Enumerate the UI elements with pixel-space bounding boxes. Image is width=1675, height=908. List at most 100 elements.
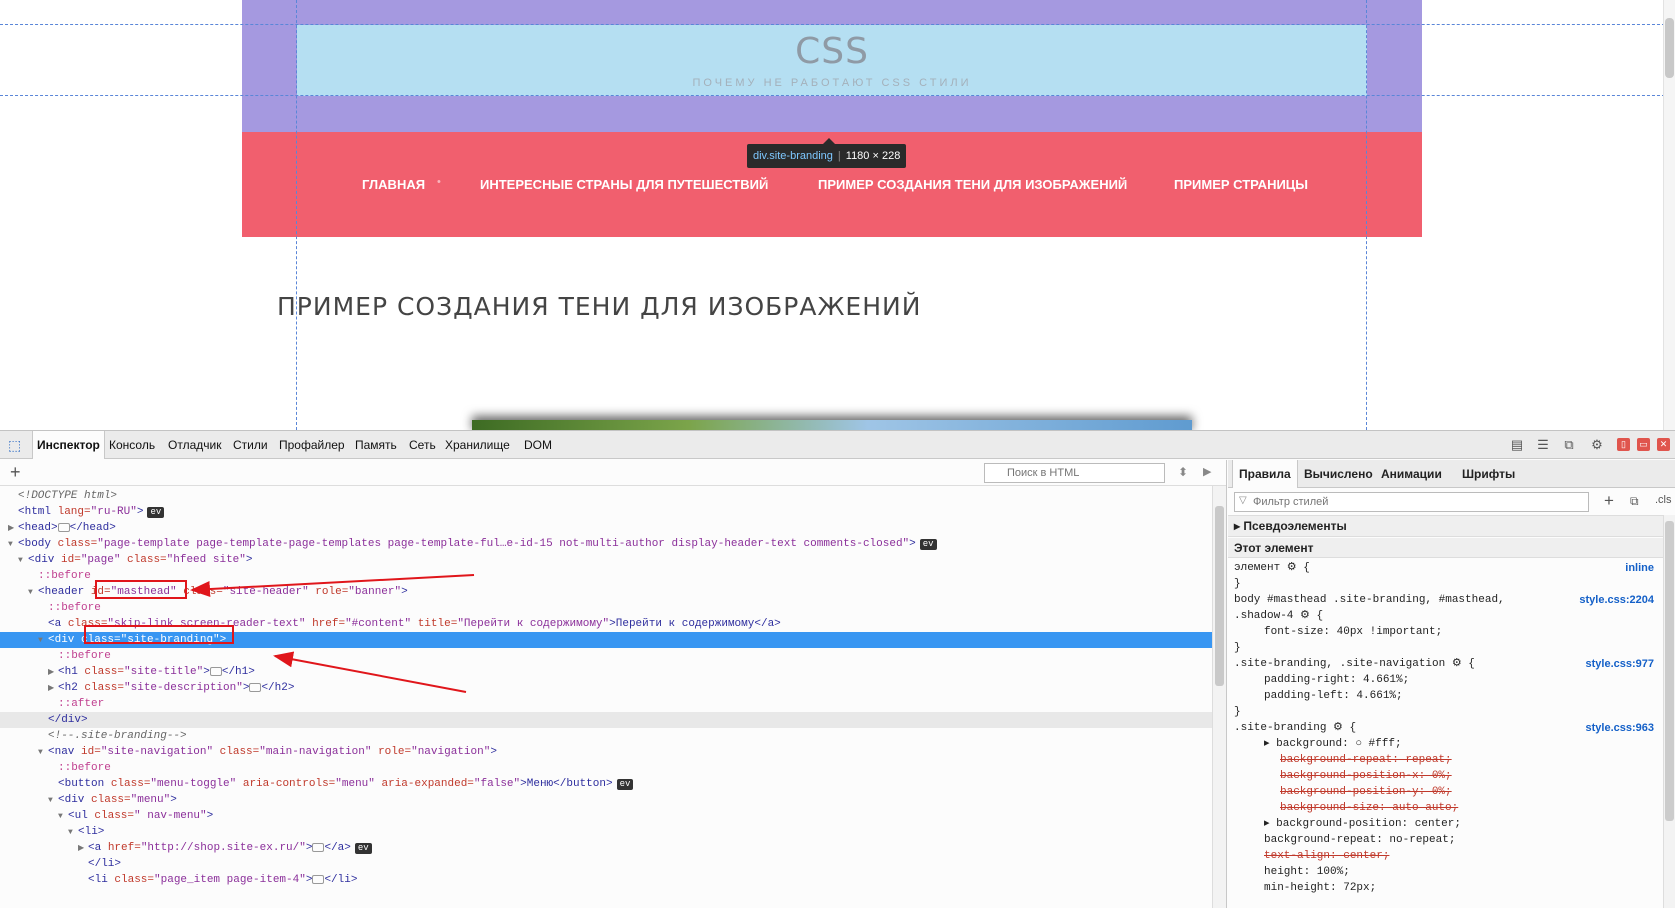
- markup-node[interactable]: ▶ <head> </head>: [0, 520, 1212, 536]
- expand-toggle-icon[interactable]: ▼: [18, 553, 28, 569]
- css-declaration[interactable]: background-size: auto auto;: [1234, 800, 1654, 816]
- breadcrumb-next-icon[interactable]: ▶: [1203, 465, 1211, 478]
- nav-item-sample-page[interactable]: ПРИМЕР СТРАНИЦЫ: [1174, 177, 1308, 192]
- markup-node[interactable]: ▼ <ul class=" nav-menu">: [0, 808, 1212, 824]
- markup-node[interactable]: ::before: [0, 648, 1212, 664]
- collapsed-children-icon[interactable]: [57, 522, 70, 532]
- event-badge[interactable]: ev: [919, 539, 937, 550]
- pseudo-elements-header[interactable]: ▸ Псевдоэлементы: [1228, 515, 1675, 537]
- event-badge[interactable]: ev: [354, 843, 372, 854]
- tab-animations[interactable]: Анимации: [1375, 460, 1448, 488]
- nav-item-countries[interactable]: ИНТЕРЕСНЫЕ СТРАНЫ ДЛЯ ПУТЕШЕСТВИЙ: [480, 177, 768, 192]
- tab-computed[interactable]: Вычислено: [1298, 460, 1379, 488]
- markup-node[interactable]: <!DOCTYPE html>: [0, 488, 1212, 504]
- tab-inspector[interactable]: Инспектор: [32, 431, 105, 459]
- layout-toggle-icon[interactable]: ▤: [1508, 436, 1526, 454]
- expand-toggle-icon[interactable]: ▶: [48, 681, 58, 697]
- markup-node[interactable]: ▼ <body class="page-template page-templat…: [0, 536, 1212, 552]
- close-devtools-icon[interactable]: ✕: [1657, 438, 1670, 451]
- markup-node[interactable]: ▼ <nav id="site-navigation" class="main-n…: [0, 744, 1212, 760]
- expand-toggle-icon[interactable]: ▶: [8, 521, 18, 537]
- markup-node[interactable]: ▶ <h2 class="site-description"> </h2>: [0, 680, 1212, 696]
- toggle-pseudo-class-icon[interactable]: ⧉: [1630, 494, 1639, 509]
- css-declaration[interactable]: background-position-x: 0%;: [1234, 768, 1654, 784]
- site-title[interactable]: CSS: [297, 31, 1367, 72]
- css-declaration[interactable]: ▸ background: ○ #fff;: [1234, 736, 1654, 752]
- add-rule-icon[interactable]: +: [1604, 491, 1614, 511]
- expand-toggle-icon[interactable]: ▼: [38, 633, 48, 649]
- markup-node[interactable]: ::before: [0, 760, 1212, 776]
- tab-styles[interactable]: Стили: [229, 431, 272, 459]
- collapsed-children-icon[interactable]: [312, 874, 325, 884]
- settings-gear-icon[interactable]: ⚙: [1588, 436, 1606, 454]
- css-declaration[interactable]: background-repeat: repeat;: [1234, 752, 1654, 768]
- rule-source-link[interactable]: style.css:977: [1586, 656, 1655, 672]
- css-declaration[interactable]: background-position-y: 0%;: [1234, 784, 1654, 800]
- markup-node[interactable]: ▶ <h1 class="site-title"> </h1>: [0, 664, 1212, 680]
- expand-toggle-icon[interactable]: ▼: [8, 537, 18, 553]
- tab-rules[interactable]: Правила: [1232, 460, 1298, 488]
- collapsed-children-icon[interactable]: [312, 842, 325, 852]
- rules-scrollbar[interactable]: [1663, 515, 1675, 908]
- event-badge[interactable]: ev: [147, 507, 165, 518]
- undock-icon[interactable]: ⧉: [1560, 436, 1578, 454]
- markup-node[interactable]: <button class="menu-toggle" aria-control…: [0, 776, 1212, 792]
- expand-toggle-icon[interactable]: ▼: [48, 793, 58, 809]
- tab-fonts[interactable]: Шрифты: [1456, 460, 1521, 488]
- element-picker-icon[interactable]: ⬚: [8, 437, 21, 454]
- markup-node[interactable]: ::after: [0, 696, 1212, 712]
- add-node-icon[interactable]: +: [10, 462, 21, 483]
- css-declaration[interactable]: ▸ background-position: center;: [1234, 816, 1654, 832]
- css-declaration[interactable]: background-repeat: no-repeat;: [1234, 832, 1654, 848]
- rules-scrollbar-thumb[interactable]: [1665, 521, 1674, 821]
- css-declaration[interactable]: min-height: 72px;: [1234, 880, 1654, 896]
- expand-toggle-icon[interactable]: ▼: [68, 825, 78, 841]
- markup-node[interactable]: <li class="page_item page-item-4"> </li>: [0, 872, 1212, 888]
- css-declaration[interactable]: padding-right: 4.661%;: [1234, 672, 1654, 688]
- tab-profiler[interactable]: Профайлер: [275, 431, 349, 459]
- markup-node[interactable]: ▶ <a href="http://shop.site-ex.ru/"> </a> e…: [0, 840, 1212, 856]
- markup-node[interactable]: <html lang="ru-RU"> ev: [0, 504, 1212, 520]
- tab-network[interactable]: Сеть: [405, 431, 440, 459]
- class-panel-button[interactable]: .cls: [1655, 494, 1672, 506]
- event-badge[interactable]: ev: [616, 779, 634, 790]
- css-declaration[interactable]: padding-left: 4.661%;: [1234, 688, 1654, 704]
- rule-source-link[interactable]: style.css:2204: [1579, 592, 1654, 608]
- dock-side-icon[interactable]: ▯: [1617, 438, 1630, 451]
- breadcrumb-prev-icon[interactable]: ⬍: [1178, 465, 1188, 479]
- markup-node[interactable]: </li>: [0, 856, 1212, 872]
- markup-node[interactable]: </div>: [0, 712, 1212, 728]
- markup-node[interactable]: ::before: [0, 600, 1212, 616]
- markup-node[interactable]: ▼ <li>: [0, 824, 1212, 840]
- tab-storage[interactable]: Хранилище: [441, 431, 514, 459]
- page-scrollbar-thumb[interactable]: [1665, 18, 1674, 78]
- expand-toggle-icon[interactable]: ▶: [48, 665, 58, 681]
- collapsed-children-icon[interactable]: [249, 682, 262, 692]
- split-console-icon[interactable]: ☰: [1534, 436, 1552, 454]
- expand-toggle-icon[interactable]: ▶: [78, 841, 88, 857]
- css-declaration[interactable]: text-align: center;: [1234, 848, 1654, 864]
- expand-toggle-icon[interactable]: ▼: [28, 585, 38, 601]
- tab-memory[interactable]: Память: [351, 431, 401, 459]
- expand-toggle-icon[interactable]: ▼: [38, 745, 48, 761]
- tab-debugger[interactable]: Отладчик: [164, 431, 225, 459]
- expand-toggle-icon[interactable]: ▼: [58, 809, 68, 825]
- markup-node[interactable]: ▼ <div class="menu">: [0, 792, 1212, 808]
- dock-bottom-icon[interactable]: ▭: [1637, 438, 1650, 451]
- nav-item-shadow-example[interactable]: ПРИМЕР СОЗДАНИЯ ТЕНИ ДЛЯ ИЗОБРАЖЕНИЙ: [818, 177, 1127, 192]
- css-declaration[interactable]: height: 100%;: [1234, 864, 1654, 880]
- rule-source-link[interactable]: style.css:963: [1586, 720, 1655, 736]
- collapsed-children-icon[interactable]: [209, 666, 222, 676]
- markup-scrollbar-thumb[interactable]: [1215, 506, 1224, 686]
- markup-node[interactable]: ▼ <div id="page" class="hfeed site">: [0, 552, 1212, 568]
- html-search-input[interactable]: [984, 463, 1165, 483]
- page-scrollbar[interactable]: [1663, 0, 1675, 430]
- tab-console[interactable]: Консоль: [105, 431, 159, 459]
- markup-node[interactable]: <!--.site-branding-->: [0, 728, 1212, 744]
- markup-scrollbar[interactable]: [1212, 486, 1226, 908]
- styles-filter-input[interactable]: [1234, 492, 1589, 512]
- nav-item-home[interactable]: ГЛАВНАЯ: [362, 177, 425, 192]
- tab-dom[interactable]: DOM: [520, 431, 556, 459]
- rule-source-link[interactable]: inline: [1625, 560, 1654, 576]
- css-declaration[interactable]: font-size: 40px !important;: [1234, 624, 1654, 640]
